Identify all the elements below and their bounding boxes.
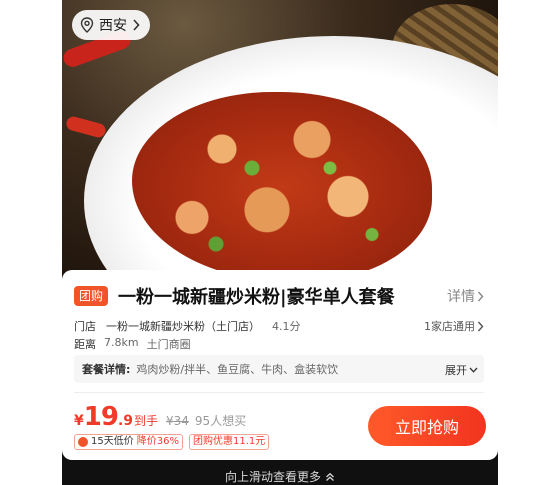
price-row: ¥ 19 .9 到手 ¥34 95人想买 — [74, 402, 246, 432]
currency-symbol: ¥ — [74, 413, 84, 429]
product-card: 团购 一粉一城新疆炒米粉|豪华单人套餐 详情 门店 一粉一城新疆炒米粉（土门店）… — [62, 270, 498, 460]
store-row: 门店 一粉一城新疆炒米粉（土门店） 4.1分 1家店通用 — [74, 318, 484, 334]
chevron-right-icon — [133, 19, 140, 31]
price-drop-icon — [78, 437, 88, 447]
location-selector[interactable]: 西安 — [72, 10, 150, 40]
buy-now-button[interactable]: 立即抢购 — [368, 406, 486, 446]
product-title: 一粉一城新疆炒米粉|豪华单人套餐 — [118, 287, 395, 308]
product-hero-image[interactable] — [62, 0, 498, 300]
original-price: ¥34 — [166, 414, 189, 428]
scroll-hint-label: 向上滑动查看更多 — [224, 470, 321, 484]
group-buy-tag: 团购 — [74, 286, 109, 306]
location-city: 西安 — [99, 18, 127, 34]
stores-applicable-link[interactable]: 1家店通用 — [424, 318, 484, 334]
combo-details: 套餐详情: 鸡肉炒粉/拌半、鱼豆腐、牛肉、盒装软饮 展开 — [74, 355, 484, 383]
stores-applicable-label: 1家店通用 — [424, 320, 475, 333]
double-chevron-up-icon — [326, 472, 334, 481]
expand-button[interactable]: 展开 — [445, 362, 478, 378]
chevron-right-icon — [477, 321, 484, 331]
title-row: 团购 一粉一城新疆炒米粉|豪华单人套餐 详情 — [74, 284, 484, 308]
combo-items: 鸡肉炒粉/拌半、鱼豆腐、牛肉、盒装软饮 — [136, 363, 339, 376]
location-pin-icon — [80, 17, 94, 33]
price-decimal: .9 — [117, 413, 133, 429]
store-name[interactable]: 一粉一城新疆炒米粉（土门店） — [106, 318, 260, 334]
chevron-down-icon — [469, 367, 478, 373]
store-label: 门店 — [74, 320, 96, 333]
low-price-prefix: 15天低价 — [91, 436, 134, 447]
combo-label: 套餐详情: — [82, 363, 131, 376]
scroll-up-hint[interactable]: 向上滑动查看更多 — [62, 468, 498, 485]
want-count: 95人想买 — [194, 414, 247, 428]
low-price-badge: 15天低价 降价36% — [74, 434, 183, 450]
detail-link[interactable]: 详情 — [447, 286, 484, 306]
business-area: 土门商圈 — [146, 338, 191, 351]
divider — [74, 392, 484, 393]
distance-row: 距离 7.8km 土门商圈 — [74, 336, 191, 352]
expand-label: 展开 — [445, 364, 467, 377]
distance-value: 7.8km — [104, 336, 139, 349]
store-rating: 4.1分 — [272, 320, 301, 333]
chili-decoration — [64, 115, 108, 139]
price-suffix: 到手 — [134, 414, 159, 428]
distance-label: 距离 — [74, 338, 96, 351]
detail-label: 详情 — [447, 289, 475, 305]
price-integer: 19 — [83, 402, 119, 432]
badges: 15天低价 降价36% 团购优惠11.1元 — [74, 434, 270, 450]
chevron-right-icon — [477, 291, 484, 301]
price-drop-percent: 降价36% — [136, 436, 179, 447]
coupon-badge: 团购优惠11.1元 — [188, 434, 270, 450]
